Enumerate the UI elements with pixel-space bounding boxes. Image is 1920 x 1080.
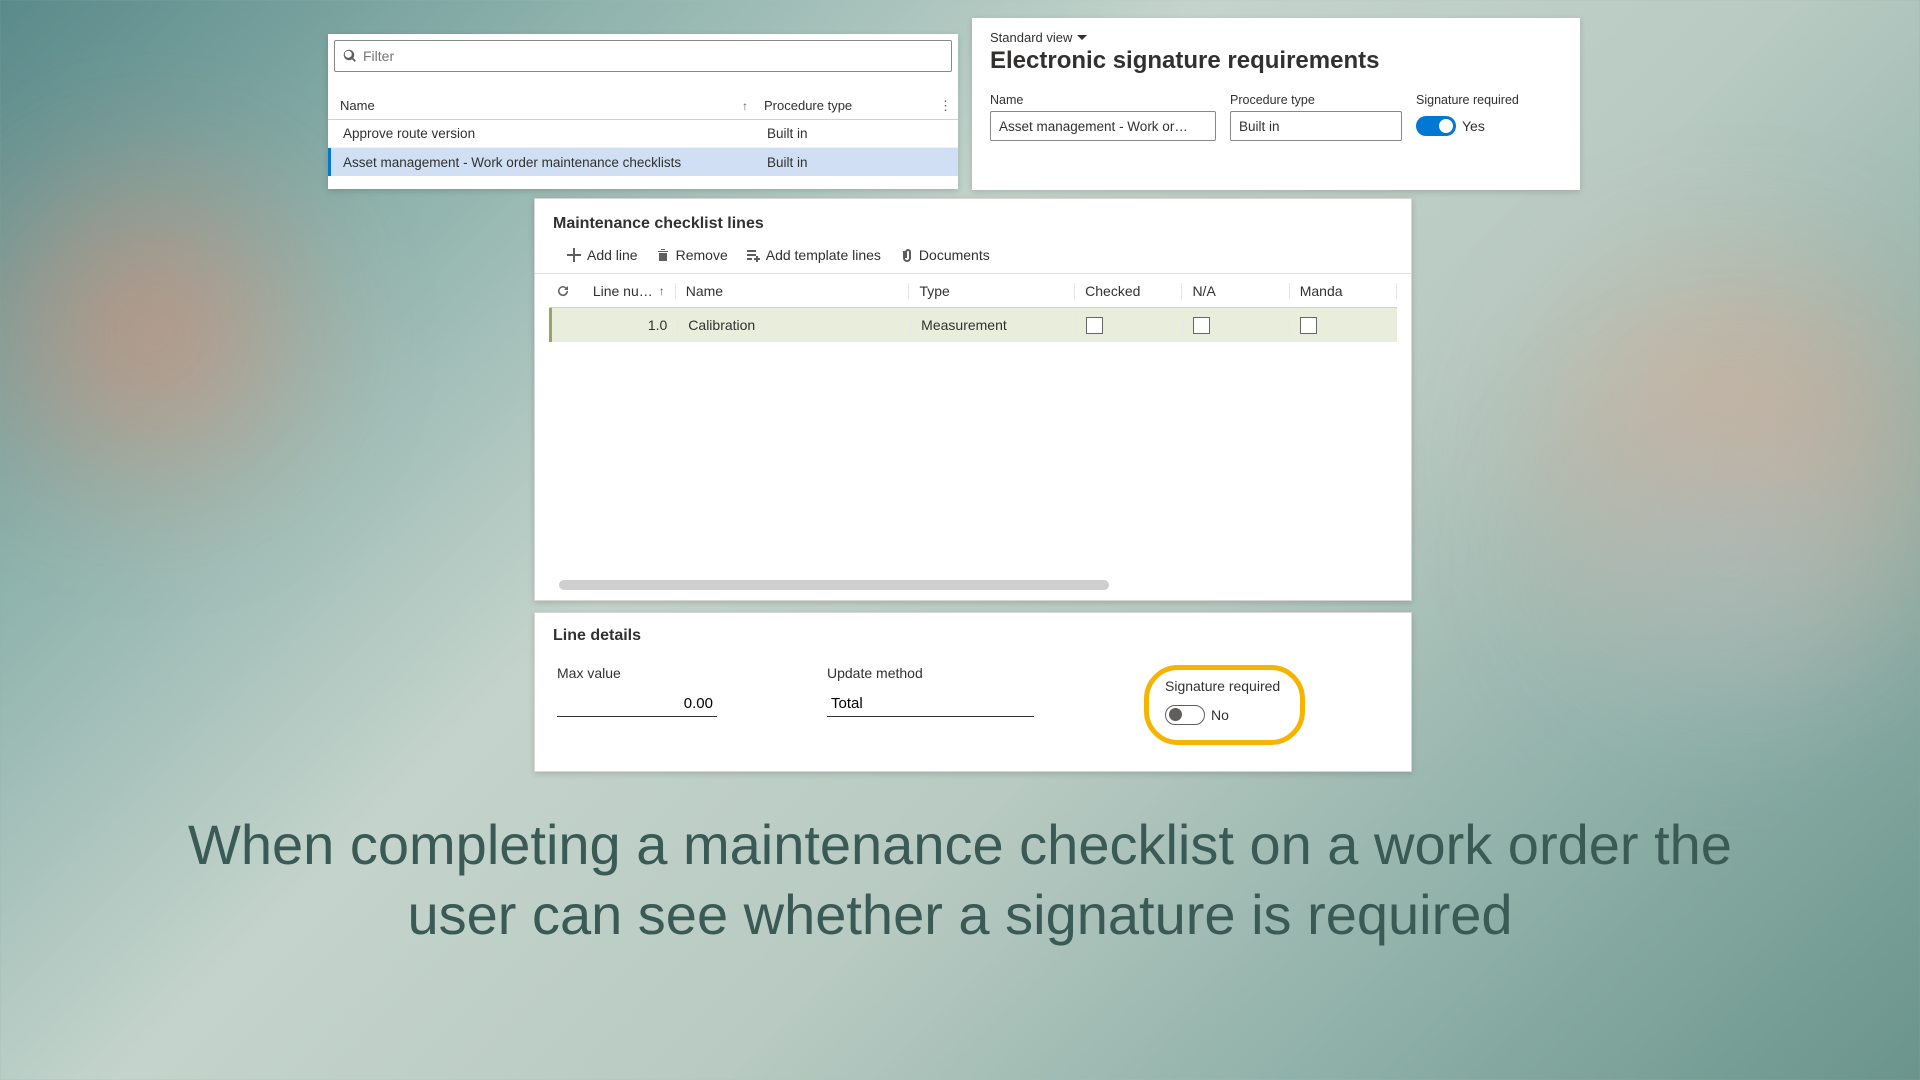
remove-button[interactable]: Remove	[656, 247, 728, 263]
col-type[interactable]: Type	[919, 283, 949, 299]
panel-title: Electronic signature requirements	[990, 47, 1562, 75]
list-header: Name ↑ Procedure type ⋮	[328, 92, 958, 120]
sort-asc-icon: ↑	[742, 99, 748, 113]
name-field[interactable]: Asset management - Work or…	[990, 111, 1216, 141]
trash-icon	[656, 248, 670, 262]
signature-requirements-panel: Standard view Electronic signature requi…	[972, 18, 1580, 190]
line-sig-toggle[interactable]	[1165, 705, 1205, 725]
checked-checkbox[interactable]	[1086, 317, 1103, 334]
line-sig-state: No	[1211, 707, 1229, 723]
update-method-label: Update method	[827, 665, 1034, 681]
col-lineno[interactable]: Line nu…	[593, 283, 653, 299]
view-selector[interactable]: Standard view	[990, 30, 1562, 45]
slide-caption: When completing a maintenance checklist …	[0, 810, 1920, 950]
sig-required-label: Signature required	[1416, 93, 1519, 107]
filter-box[interactable]	[334, 40, 952, 72]
view-label: Standard view	[990, 30, 1072, 45]
line-details-title: Line details	[535, 613, 1411, 651]
sig-required-state: Yes	[1462, 118, 1485, 134]
filter-input[interactable]	[363, 48, 943, 64]
grid-header: Line nu… ↑ Name Type Checked N/A Manda	[549, 274, 1397, 308]
name-label: Name	[990, 93, 1216, 107]
sort-asc-icon: ↑	[659, 284, 665, 298]
add-template-button[interactable]: Add template lines	[746, 247, 881, 263]
col-na[interactable]: N/A	[1192, 283, 1215, 299]
col-mandatory[interactable]: Manda	[1300, 283, 1343, 299]
documents-label: Documents	[919, 247, 990, 263]
cell-lineno: 1.0	[579, 317, 678, 333]
sig-required-toggle[interactable]	[1416, 116, 1456, 136]
col-name[interactable]: Name	[686, 283, 723, 299]
documents-button[interactable]: Documents	[899, 247, 990, 263]
mandatory-checkbox[interactable]	[1300, 317, 1317, 334]
row-type: Built in	[761, 126, 958, 141]
cell-type: Measurement	[911, 317, 1076, 333]
checklist-lines-panel: Maintenance checklist lines Add line Rem…	[534, 198, 1412, 601]
refresh-icon	[556, 284, 570, 298]
type-field[interactable]: Built in	[1230, 111, 1402, 141]
plus-icon	[567, 248, 581, 262]
checklist-title: Maintenance checklist lines	[535, 199, 1411, 243]
attachment-icon	[899, 248, 913, 262]
row-name: Asset management - Work order maintenanc…	[331, 155, 761, 170]
col-checked[interactable]: Checked	[1085, 283, 1140, 299]
row-name: Approve route version	[331, 126, 761, 141]
cell-name: Calibration	[678, 317, 911, 333]
remove-label: Remove	[676, 247, 728, 263]
column-menu-icon[interactable]: ⋮	[939, 98, 958, 114]
add-line-label: Add line	[587, 247, 638, 263]
max-value-field[interactable]	[557, 691, 717, 717]
na-checkbox[interactable]	[1193, 317, 1210, 334]
horizontal-scrollbar[interactable]	[559, 580, 1109, 590]
checklist-toolbar: Add line Remove Add template lines Docum…	[535, 243, 1411, 274]
line-sig-label: Signature required	[1165, 678, 1280, 694]
line-details-panel: Line details Max value Update method Sig…	[534, 612, 1412, 772]
refresh-button[interactable]	[549, 284, 576, 298]
search-icon	[343, 49, 357, 63]
add-template-label: Add template lines	[766, 247, 881, 263]
col-type-header[interactable]: Procedure type	[764, 98, 852, 113]
update-method-field[interactable]	[827, 691, 1034, 717]
signature-list-panel: Name ↑ Procedure type ⋮ Approve route ve…	[328, 34, 958, 189]
add-template-icon	[746, 248, 760, 262]
chevron-down-icon	[1076, 32, 1088, 44]
sig-required-highlight: Signature required No	[1144, 665, 1305, 745]
max-value-label: Max value	[557, 665, 717, 681]
col-name-header[interactable]: Name	[340, 98, 375, 113]
add-line-button[interactable]: Add line	[567, 247, 638, 263]
grid-row[interactable]: 1.0 Calibration Measurement	[549, 308, 1397, 342]
list-row-selected[interactable]: Asset management - Work order maintenanc…	[328, 148, 958, 176]
list-row[interactable]: Approve route version Built in	[328, 120, 958, 148]
row-type: Built in	[761, 155, 958, 170]
type-label: Procedure type	[1230, 93, 1402, 107]
